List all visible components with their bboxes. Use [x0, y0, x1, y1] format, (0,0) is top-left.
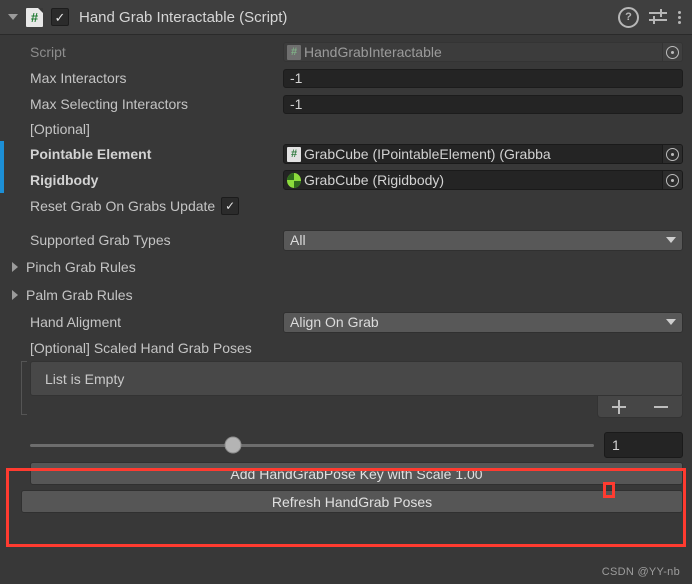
list-footer — [30, 396, 683, 418]
max-interactors-input[interactable]: -1 — [283, 68, 683, 88]
max-selecting-interactors-field[interactable]: -1 — [283, 94, 683, 114]
help-icon[interactable]: ? — [618, 6, 639, 28]
component-foldout-icon[interactable] — [4, 13, 22, 22]
scale-number-input[interactable]: 1 — [604, 432, 683, 458]
script-object-picker — [662, 43, 682, 61]
row-max-interactors: Max Interactors -1 — [0, 65, 692, 91]
pointable-element-value: GrabCube (IPointableElement) (Grabba — [304, 146, 551, 162]
rigidbody-field[interactable]: GrabCube (Rigidbody) — [283, 170, 683, 190]
pointable-element-field[interactable]: # GrabCube (IPointableElement) (Grabba — [283, 144, 683, 164]
script-icon: # — [287, 44, 301, 60]
script-icon: # — [287, 146, 301, 162]
remove-item-button[interactable] — [654, 405, 668, 408]
reset-grab-label: Reset Grab On Grabs Update — [30, 198, 216, 214]
foldout-collapsed-icon[interactable] — [12, 290, 18, 300]
scaled-hand-grab-poses-label: [Optional] Scaled Hand Grab Poses — [30, 340, 252, 356]
add-handgrabpose-key-button[interactable]: Add HandGrabPose Key with Scale 1.00 — [30, 462, 683, 485]
chevron-down-icon — [666, 319, 676, 325]
scale-slider-row: 1 — [30, 432, 683, 458]
csharp-script-icon: # — [26, 7, 43, 27]
rigidbody-icon — [287, 172, 301, 188]
header-actions: ? — [618, 6, 681, 28]
prefab-override-bar — [0, 141, 4, 167]
watermark: CSDN @YY-nb — [601, 566, 680, 578]
rigidbody-value: GrabCube (Rigidbody) — [304, 172, 445, 188]
row-palm-grab-rules[interactable]: Palm Grab Rules — [0, 281, 692, 309]
chevron-down-icon — [666, 237, 676, 243]
script-label: Script — [30, 44, 66, 60]
row-max-selecting-interactors: Max Selecting Interactors -1 — [0, 91, 692, 117]
hand-aligment-value: Align On Grab — [290, 314, 379, 330]
row-pointable-element: Pointable Element # GrabCube (IPointable… — [0, 141, 692, 167]
unity-inspector-component: # ✓ Hand Grab Interactable (Script) ? Sc… — [0, 0, 692, 584]
component-title: Hand Grab Interactable (Script) — [79, 8, 288, 26]
pointable-element-object-picker[interactable] — [662, 145, 682, 163]
supported-grab-types-field[interactable]: All — [283, 229, 683, 251]
row-script: Script # HandGrabInteractable — [0, 39, 692, 65]
reset-grab-checkbox[interactable]: ✓ — [221, 197, 240, 215]
row-pinch-grab-rules[interactable]: Pinch Grab Rules — [0, 253, 692, 281]
script-value: HandGrabInteractable — [304, 44, 442, 60]
scale-slider[interactable] — [30, 436, 594, 454]
hand-aligment-dropdown[interactable]: Align On Grab — [283, 311, 683, 333]
max-interactors-label: Max Interactors — [30, 70, 127, 86]
script-object-field: # HandGrabInteractable — [283, 42, 683, 62]
row-optional-header: [Optional] — [0, 117, 692, 141]
prefab-override-bar — [0, 167, 4, 193]
palm-grab-rules-label: Palm Grab Rules — [26, 287, 133, 303]
supported-grab-types-dropdown[interactable]: All — [283, 229, 683, 251]
max-interactors-field[interactable]: -1 — [283, 68, 683, 88]
row-rigidbody: Rigidbody GrabCube (Rigidbody) — [0, 167, 692, 193]
pointable-element-label: Pointable Element — [30, 146, 152, 162]
list-container-border — [21, 361, 27, 415]
hand-aligment-field[interactable]: Align On Grab — [283, 311, 683, 333]
list-footer-buttons — [597, 396, 683, 418]
supported-grab-types-value: All — [290, 232, 306, 248]
component-header[interactable]: # ✓ Hand Grab Interactable (Script) ? — [0, 0, 692, 35]
component-body: Script # HandGrabInteractable Max Intera… — [0, 35, 692, 513]
add-item-button[interactable] — [612, 399, 626, 414]
component-enabled-checkbox[interactable]: ✓ — [51, 8, 69, 26]
optional-header-label: [Optional] — [30, 121, 90, 137]
row-supported-grab-types: Supported Grab Types All — [0, 227, 692, 253]
rigidbody-object-picker[interactable] — [662, 171, 682, 189]
foldout-collapsed-icon[interactable] — [12, 262, 18, 272]
hand-aligment-label: Hand Aligment — [30, 314, 122, 330]
row-reset-grab: Reset Grab On Grabs Update ✓ — [0, 193, 692, 219]
supported-grab-types-label: Supported Grab Types — [30, 232, 171, 248]
list-empty-message: List is Empty — [30, 361, 683, 396]
pinch-grab-rules-label: Pinch Grab Rules — [26, 259, 136, 275]
max-selecting-interactors-input[interactable]: -1 — [283, 94, 683, 114]
refresh-handgrab-poses-button[interactable]: Refresh HandGrab Poses — [21, 490, 683, 513]
max-selecting-interactors-label: Max Selecting Interactors — [30, 96, 188, 112]
row-hand-aligment: Hand Aligment Align On Grab — [0, 309, 692, 335]
rigidbody-label: Rigidbody — [30, 172, 99, 188]
context-menu-icon[interactable] — [677, 10, 681, 24]
preset-icon[interactable] — [649, 9, 667, 25]
scale-slider-thumb[interactable] — [224, 436, 242, 454]
scaled-hand-grab-poses-list: List is Empty — [21, 361, 683, 418]
